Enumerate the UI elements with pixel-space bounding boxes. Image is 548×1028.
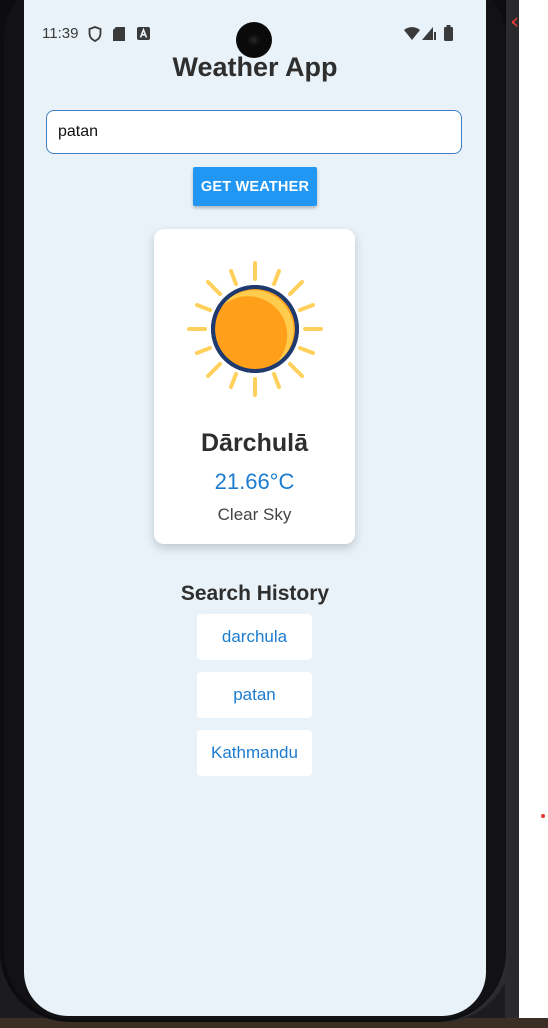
history-item[interactable]: darchula xyxy=(197,614,312,660)
sd-card-icon xyxy=(113,27,125,41)
status-bar: 11:39 xyxy=(24,0,486,58)
indicator-dot xyxy=(541,814,545,818)
temperature: 21.66°C xyxy=(214,469,295,494)
power-button xyxy=(508,280,512,370)
battery-icon xyxy=(444,25,453,41)
sun-icon xyxy=(187,261,323,397)
city-name: Dārchulā xyxy=(201,429,308,457)
a-badge-icon xyxy=(137,27,150,40)
phone-screen: 11:39 Weather App patan GET WEATHER Dārc… xyxy=(24,0,486,1016)
status-time: 11:39 xyxy=(42,25,79,42)
history-item[interactable]: Kathmandu xyxy=(197,730,312,776)
shield-icon xyxy=(88,26,102,42)
get-weather-button[interactable]: GET WEATHER xyxy=(193,167,317,206)
search-history-title: Search History xyxy=(180,582,330,605)
signal-icon xyxy=(422,27,436,40)
volume-button xyxy=(508,170,512,240)
weather-card: Dārchulā 21.66°C Clear Sky xyxy=(154,229,355,544)
weather-description: Clear Sky xyxy=(217,505,292,524)
phone-frame: 11:39 Weather App patan GET WEATHER Dārc… xyxy=(0,0,512,1022)
history-item[interactable]: patan xyxy=(197,672,312,718)
city-search-input[interactable] xyxy=(46,110,462,154)
app-title: Weather App xyxy=(172,52,338,82)
wifi-icon xyxy=(404,27,420,40)
